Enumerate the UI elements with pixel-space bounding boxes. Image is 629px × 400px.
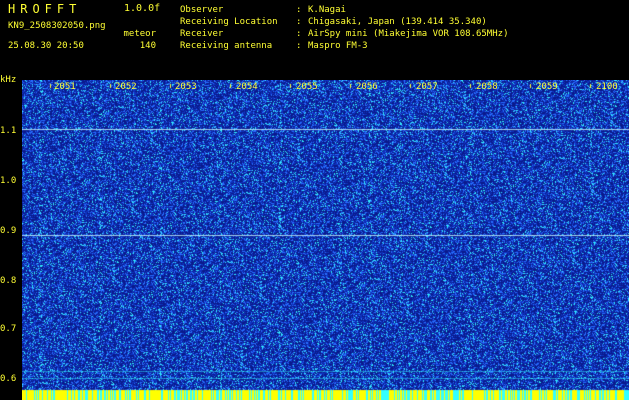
- y-tick-label: 1.0: [0, 176, 17, 186]
- app-title: HROFFT: [8, 2, 82, 16]
- info-colon: :: [296, 41, 302, 51]
- info-colon: :: [296, 17, 302, 27]
- header-panel: HROFFT 1.0.0f KN9_2508302050.png 25.08.3…: [0, 0, 629, 85]
- info-label-antenna: Receiving antenna: [180, 41, 273, 51]
- y-tick-label: 1.1: [0, 126, 17, 136]
- y-tick-label: 0.7: [0, 324, 17, 334]
- info-value-location: Chigasaki, Japan (139.414 35.340): [308, 17, 487, 27]
- info-value-antenna: Maspro FM-3: [308, 41, 368, 51]
- version-label: 1.0.0f: [124, 3, 161, 14]
- x-tick-label: 2058: [476, 82, 498, 92]
- x-tick-label: 2053: [175, 82, 197, 92]
- info-value-receiver: AirSpy mini (Miakejima VOR 108.65MHz): [308, 29, 509, 39]
- x-tick-label: 2056: [356, 82, 378, 92]
- x-tick-label: 2100: [596, 82, 618, 92]
- x-tick-label: 2051: [54, 82, 76, 92]
- spectrogram-canvas: [22, 80, 629, 400]
- info-value-observer: K.Nagai: [308, 5, 346, 15]
- info-colon: :: [296, 5, 302, 15]
- x-tick-label: 2054: [236, 82, 258, 92]
- x-tick-label: 2052: [115, 82, 137, 92]
- x-tick-label: 2055: [296, 82, 318, 92]
- datetime-label: 25.08.30 20:50: [8, 41, 84, 51]
- meteor-count: 140: [139, 41, 156, 51]
- filename-label: KN9_2508302050.png: [8, 21, 106, 31]
- x-tick-label: 2059: [536, 82, 558, 92]
- meteor-label: meteor: [123, 29, 156, 39]
- info-label-observer: Observer: [180, 5, 224, 15]
- y-tick-label: 0.9: [0, 226, 17, 236]
- y-tick-label: 0.6: [0, 374, 17, 384]
- info-label-receiver: Receiver: [180, 29, 224, 39]
- info-colon: :: [296, 29, 302, 39]
- unit-label: kHz: [0, 75, 17, 85]
- y-tick-label: 0.8: [0, 276, 17, 286]
- info-label-location: Receiving Location: [180, 17, 278, 27]
- x-tick-label: 2057: [416, 82, 438, 92]
